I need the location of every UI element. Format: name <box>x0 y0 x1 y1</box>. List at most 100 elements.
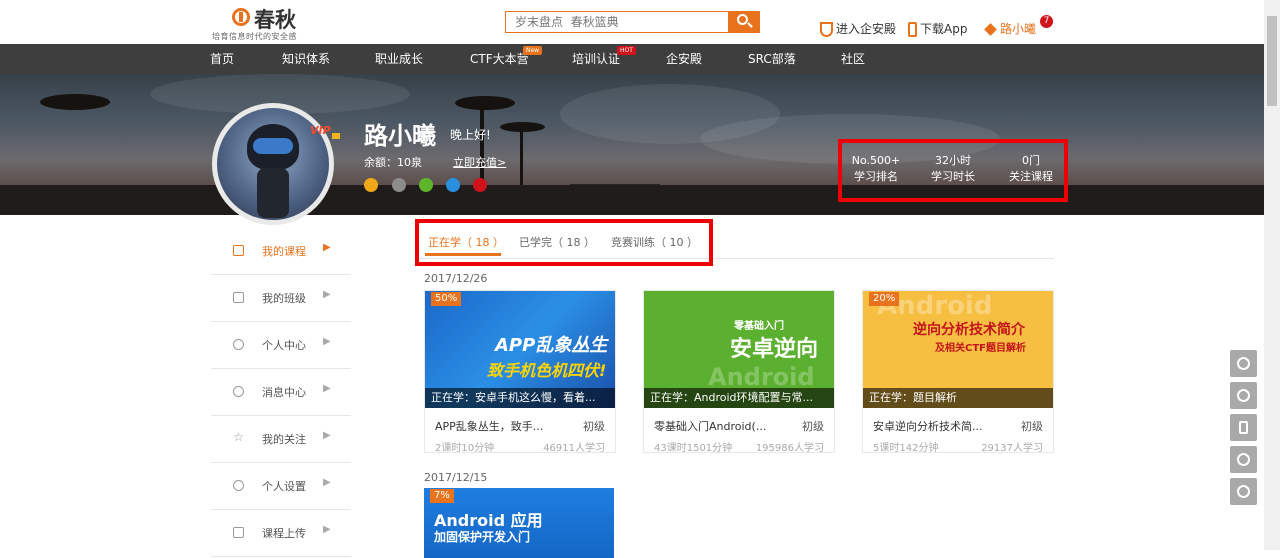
learner-count: 195986人学习 <box>755 443 824 454</box>
hot-tag: HOT <box>617 46 636 55</box>
phone-icon <box>1239 421 1248 434</box>
sidebar-item-my-courses[interactable]: 我的课程 ▶ <box>211 228 351 275</box>
user-menu-link[interactable]: 路小曦 <box>984 20 1036 37</box>
headset-icon <box>1237 357 1250 370</box>
progress-badge: 20% <box>869 292 900 306</box>
chevron-right-icon: ▶ <box>323 524 331 535</box>
top-header: 春秋 培育信息时代的安全感 进入企安殿 下载App 路小曦 7 <box>0 0 1264 44</box>
scrollbar-thumb[interactable] <box>1267 16 1277 106</box>
profile-banner <box>0 74 1264 215</box>
learning-status: 正在学：安卓手机这么慢，看着... <box>425 388 615 408</box>
course-duration: 2课时10分钟 <box>435 443 495 454</box>
qq-icon <box>1237 389 1250 402</box>
course-thumbnail[interactable]: 7% Android 应用 加固保护开发入门 <box>424 488 614 558</box>
nav-home[interactable]: 首页 <box>210 44 234 74</box>
main-nav: 首页 知识体系 职业成长 CTF大本营 New 培训认证 HOT 企安殿 SRC… <box>0 44 1264 74</box>
nav-enterprise[interactable]: 企安殿 <box>666 44 702 74</box>
nav-ctf[interactable]: CTF大本营 <box>470 44 529 74</box>
nav-community[interactable]: 社区 <box>841 44 865 74</box>
course-level: 初级 <box>1021 420 1043 433</box>
recharge-link[interactable]: 立即充值> <box>453 154 506 170</box>
course-card[interactable]: 7% Android 应用 加固保护开发入门 <box>424 488 616 558</box>
star-icon: ☆ <box>233 430 244 444</box>
message-icon <box>233 386 244 397</box>
stat-hours: 32小时 学习时长 <box>931 154 975 183</box>
date-label: 2017/12/26 <box>424 272 488 285</box>
wechat-button[interactable] <box>1230 446 1257 473</box>
chevron-right-icon: ▶ <box>323 477 331 488</box>
settings-icon <box>233 480 244 491</box>
new-tag: New <box>523 46 543 55</box>
crown-icon <box>332 133 340 139</box>
qq-button[interactable] <box>1230 382 1257 409</box>
sidebar-item-personal-center[interactable]: 个人中心 ▶ <box>211 322 351 369</box>
course-thumbnail[interactable]: APP乱象丛生 致手机色机四伏! 50% 正在学：安卓手机这么慢，看着... <box>425 291 615 408</box>
customer-service-button[interactable] <box>1230 350 1257 377</box>
course-level: 初级 <box>802 420 824 433</box>
logo-name: 春秋 <box>254 8 296 32</box>
active-tab-indicator <box>425 253 501 256</box>
course-card[interactable]: APP乱象丛生 致手机色机四伏! 50% 正在学：安卓手机这么慢，看着... A… <box>424 290 616 454</box>
search-input[interactable] <box>505 11 729 33</box>
nav-src[interactable]: SRC部落 <box>748 44 796 74</box>
search-button[interactable] <box>728 11 760 33</box>
profile-name: 路小曦 <box>364 122 436 150</box>
stat-followed: 0门 关注课程 <box>1009 154 1053 183</box>
notification-badge[interactable]: 7 <box>1040 15 1053 28</box>
crown-badge-icon[interactable] <box>473 178 487 192</box>
gear-badge-icon[interactable] <box>419 178 433 192</box>
shield-icon <box>820 22 833 37</box>
course-title[interactable]: 安卓逆向分析技术简... <box>873 418 1003 434</box>
gender-badge-icon[interactable] <box>446 178 460 192</box>
user-avatar[interactable] <box>212 103 334 225</box>
tab-learning[interactable]: 正在学（ 18 ） <box>428 234 504 250</box>
coin-badge-icon[interactable] <box>364 178 378 192</box>
chevron-right-icon: ▶ <box>323 289 331 300</box>
course-duration: 43课时1501分钟 <box>654 443 733 454</box>
mobile-button[interactable] <box>1230 414 1257 441</box>
chevron-right-icon: ▶ <box>323 430 331 441</box>
course-card[interactable]: Android 逆向分析技术简介 及相关CTF题目解析 20% 正在学：题目解析… <box>862 290 1054 454</box>
weibo-icon <box>1237 485 1250 498</box>
course-title[interactable]: APP乱象丛生，致手... <box>435 418 565 434</box>
logo-icon <box>232 8 250 26</box>
book-icon <box>233 245 244 256</box>
class-icon <box>233 292 244 303</box>
course-title[interactable]: 零基础入门Android(... <box>654 418 784 434</box>
course-thumbnail[interactable]: 零基础入门 安卓逆向 Android 正在学：Android环境配置与常... <box>644 291 834 408</box>
tab-completed[interactable]: 已学完（ 18 ） <box>519 234 595 250</box>
enterprise-link[interactable]: 进入企安殿 <box>820 20 896 37</box>
phone-icon <box>908 22 917 37</box>
sidebar-item-settings[interactable]: 个人设置 ▶ <box>211 463 351 510</box>
tab-competition[interactable]: 竞赛训练（ 10 ） <box>611 234 698 250</box>
weibo-button[interactable] <box>1230 478 1257 505</box>
learner-count: 29137人学习 <box>981 443 1043 454</box>
stat-rank: No.500+ 学习排名 <box>851 154 901 183</box>
date-label: 2017/12/15 <box>424 471 488 484</box>
download-app-link[interactable]: 下载App <box>908 20 967 37</box>
greeting-text: 晚上好! <box>450 128 491 142</box>
chevron-right-icon: ▶ <box>323 383 331 394</box>
balance-text: 余额：10泉 <box>364 156 422 169</box>
course-level: 初级 <box>583 420 605 433</box>
sidebar-item-my-class[interactable]: 我的班级 ▶ <box>211 275 351 322</box>
nav-training[interactable]: 培训认证 <box>572 44 620 74</box>
course-duration: 5课时142分钟 <box>873 443 939 454</box>
logo-slogan: 培育信息时代的安全感 <box>212 32 297 41</box>
chevron-right-icon: ▶ <box>323 336 331 347</box>
progress-badge: 50% <box>431 292 462 306</box>
vip-badge: VIP <box>310 124 331 137</box>
upload-icon <box>233 527 244 538</box>
progress-badge: 7% <box>430 489 454 503</box>
nav-career[interactable]: 职业成长 <box>375 44 423 74</box>
wechat-icon <box>1237 453 1250 466</box>
learning-status: 正在学：题目解析 <box>863 388 1053 408</box>
course-card[interactable]: 零基础入门 安卓逆向 Android 正在学：Android环境配置与常... … <box>643 290 835 454</box>
learner-count: 46911人学习 <box>543 443 605 454</box>
mail-badge-icon[interactable] <box>392 178 406 192</box>
nav-knowledge[interactable]: 知识体系 <box>282 44 330 74</box>
sidebar-item-messages[interactable]: 消息中心 ▶ <box>211 369 351 416</box>
site-logo[interactable]: 春秋 培育信息时代的安全感 <box>210 4 320 42</box>
course-thumbnail[interactable]: Android 逆向分析技术简介 及相关CTF题目解析 20% 正在学：题目解析 <box>863 291 1053 408</box>
sidebar-item-following[interactable]: ☆ 我的关注 ▶ <box>211 416 351 463</box>
